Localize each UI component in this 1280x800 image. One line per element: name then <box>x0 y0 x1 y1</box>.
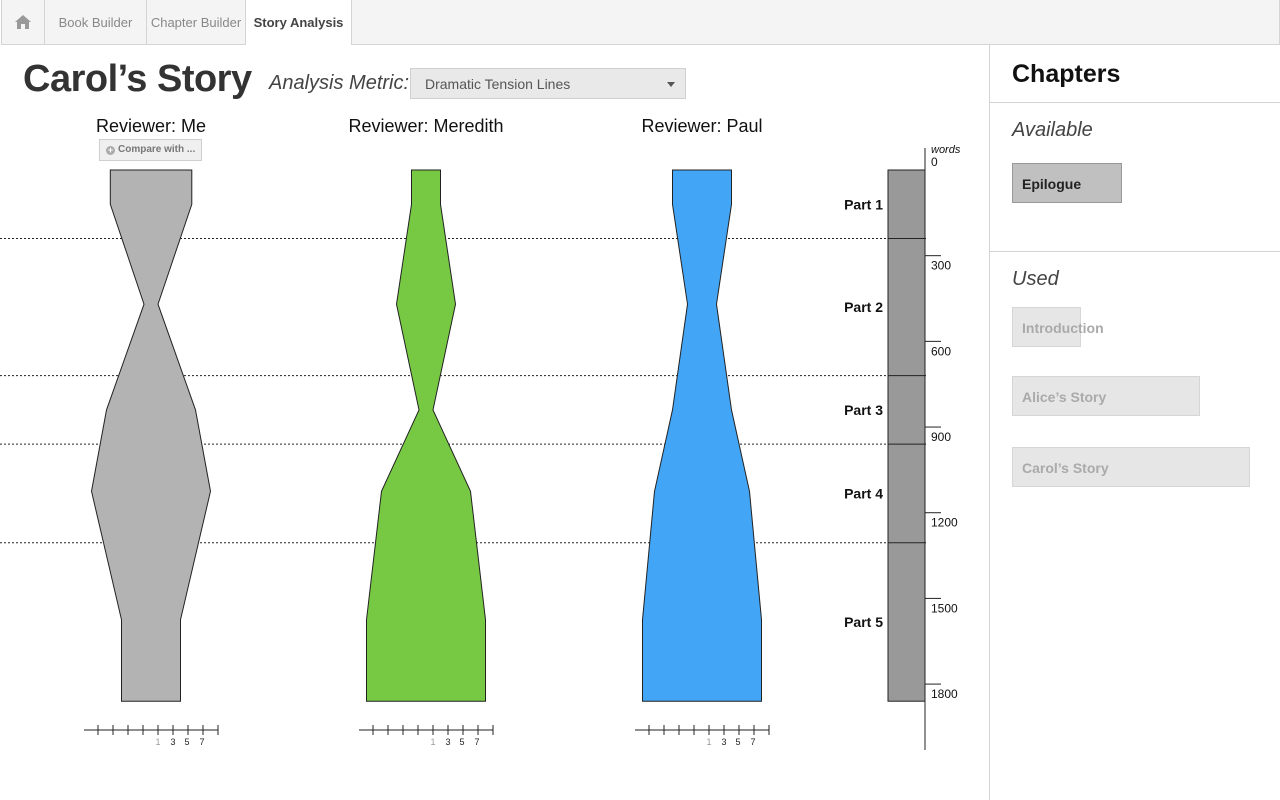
tension-scale-label: 3 <box>170 737 175 747</box>
part-label: Part 4 <box>844 485 883 501</box>
tension-scale-label: 1 <box>430 737 435 747</box>
word-axis-tick-label: 1200 <box>931 516 958 530</box>
word-axis-tick-label: 900 <box>931 430 951 444</box>
chapter-chip-introduction[interactable]: Introduction <box>1012 307 1104 347</box>
word-axis-tick-label: 0 <box>931 155 938 169</box>
analysis-metric-select[interactable]: Dramatic Tension Lines <box>410 68 686 99</box>
tension-shape-paul <box>642 169 762 702</box>
home-tab[interactable] <box>2 0 45 44</box>
word-count-column <box>887 169 926 702</box>
tab-story-analysis[interactable]: Story Analysis <box>246 0 352 45</box>
tension-scale-label: 5 <box>459 737 464 747</box>
used-section-label: Used <box>1012 268 1059 290</box>
tension-scale-label: 3 <box>721 737 726 747</box>
tension-scale-label: 5 <box>184 737 189 747</box>
home-icon <box>15 15 31 29</box>
sidebar-title: Chapters <box>1012 60 1121 88</box>
part-label: Part 3 <box>844 402 883 418</box>
word-axis-tick-label: 300 <box>931 259 951 273</box>
tension-scale-label: 7 <box>750 737 755 747</box>
top-tab-bar: Book Builder Chapter Builder Story Analy… <box>1 0 1280 45</box>
available-section-label: Available <box>1012 119 1093 141</box>
word-axis-tick-label: 1800 <box>931 687 958 701</box>
chapter-chip-alices-story[interactable]: Alice’s Story <box>1012 376 1200 416</box>
tension-scale-label: 1 <box>706 737 711 747</box>
tension-chart: 1 3 5 7 1 3 5 7 1 3 5 7Part 1Part 2Part 3Part 4Part… <box>0 144 961 750</box>
reviewer-heading-meredith: Reviewer: Meredith <box>348 116 504 136</box>
chevron-down-icon <box>667 82 675 87</box>
tab-book-builder[interactable]: Book Builder <box>45 0 147 44</box>
part-label: Part 5 <box>844 614 883 630</box>
page-title: Carol’s Story <box>23 58 252 100</box>
tension-scale-label: 3 <box>445 737 450 747</box>
word-axis-tick-label: 600 <box>931 344 951 358</box>
part-label: Part 2 <box>844 299 883 315</box>
tab-chapter-builder[interactable]: Chapter Builder <box>147 0 246 44</box>
tension-scale-label: 7 <box>474 737 479 747</box>
sidebar-divider <box>990 102 1280 103</box>
analysis-metric-value: Dramatic Tension Lines <box>425 76 571 92</box>
analysis-metric-label: Analysis Metric: <box>269 72 410 94</box>
tension-scale-label: 5 <box>735 737 740 747</box>
chapter-chip-epilogue[interactable]: Epilogue <box>1012 163 1122 203</box>
tension-shape-meredith <box>366 169 486 702</box>
reviewer-heading-paul: Reviewer: Paul <box>641 116 763 136</box>
tension-shape-me <box>90 169 212 702</box>
word-axis-tick-label: 1500 <box>931 601 958 615</box>
sidebar-divider <box>990 251 1280 252</box>
tension-scale-label: 1 <box>155 737 160 747</box>
reviewer-heading-me: Reviewer: Me <box>95 116 207 136</box>
tension-scale-label: 7 <box>199 737 204 747</box>
chapter-chip-carols-story[interactable]: Carol’s Story <box>1012 447 1250 487</box>
part-label: Part 1 <box>844 196 883 212</box>
chapters-sidebar: Chapters Available Epilogue Used Introdu… <box>989 45 1280 800</box>
